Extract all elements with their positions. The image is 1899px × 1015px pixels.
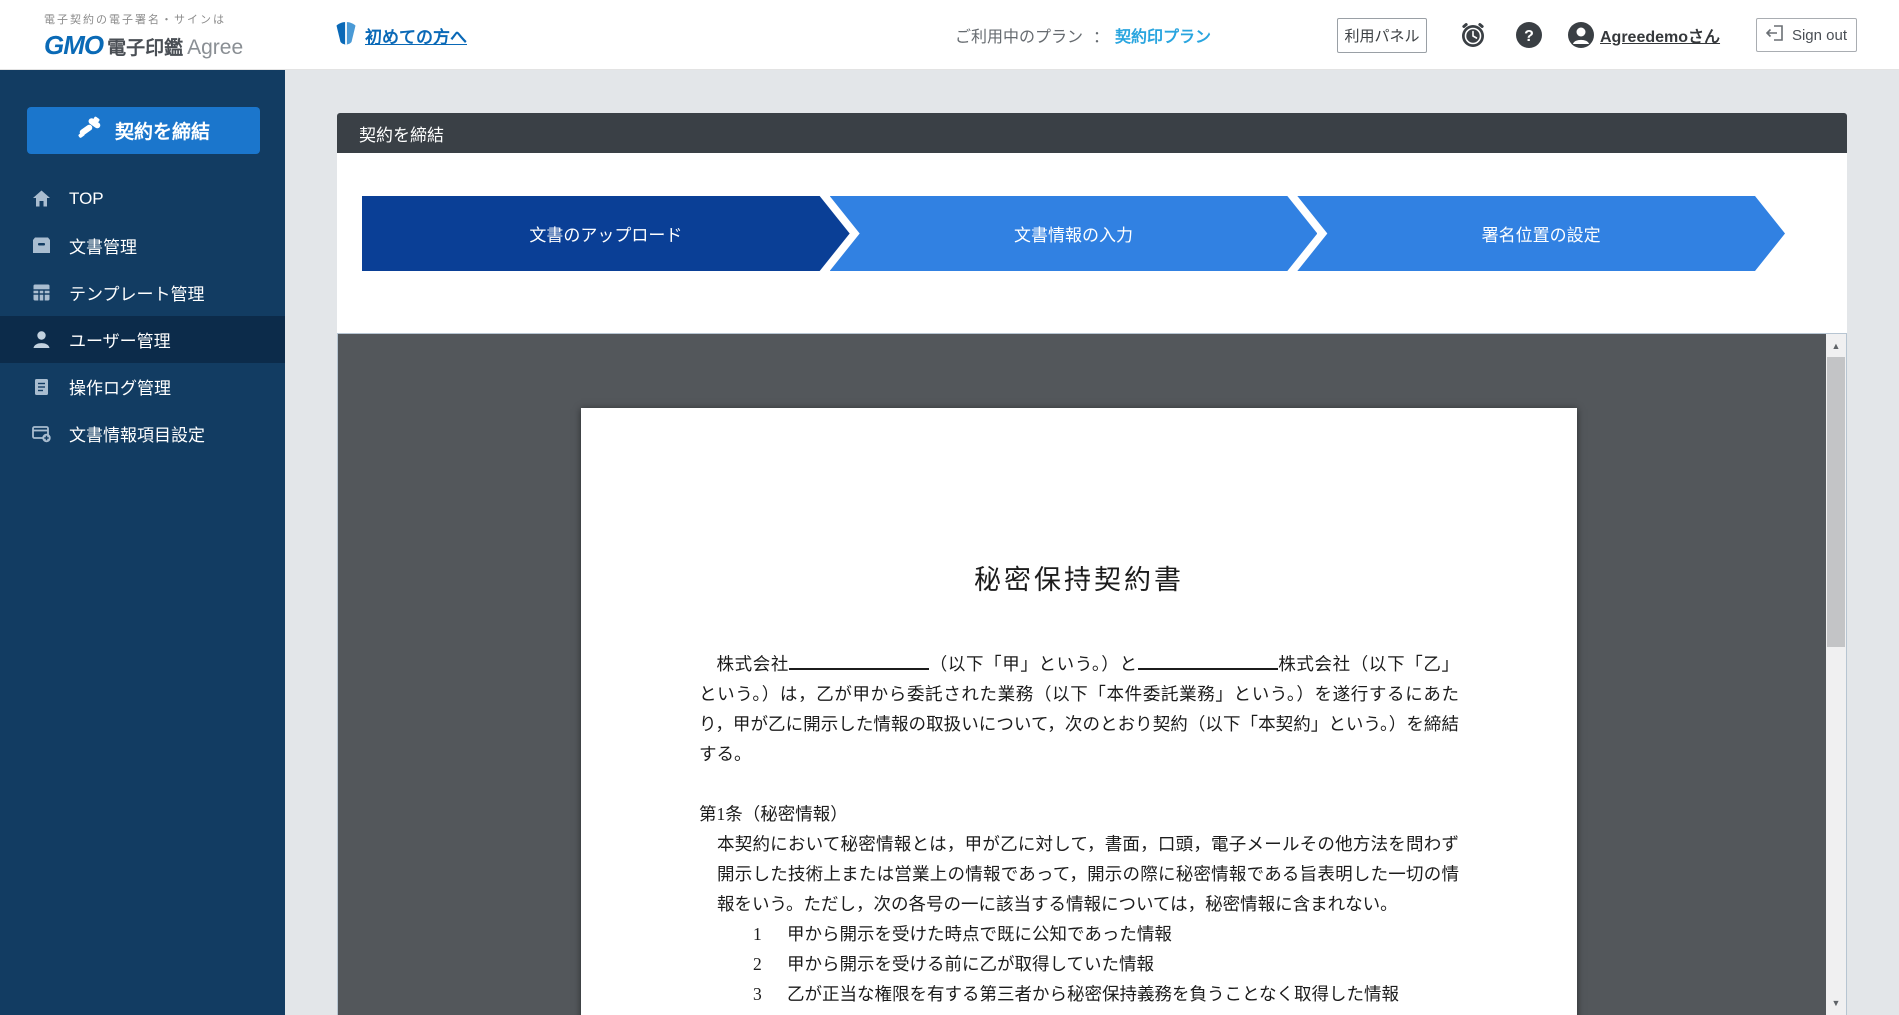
blank-company-a	[789, 656, 929, 670]
sidebar-item-label: ユーザー管理	[69, 327, 171, 352]
archive-box-icon	[31, 235, 52, 256]
gmo-agree-logo[interactable]: 電子契約の電子署名・サインは GMO電子印鑑Agree	[44, 11, 243, 61]
step-enter-document-info[interactable]: 文書情報の入力	[830, 196, 1318, 271]
sidebar-nav: TOP 文書管理 テンプレート管理 ユーザー管理	[0, 175, 285, 457]
clause-number: 4	[753, 1009, 787, 1015]
document-title: 秘密保持契約書	[699, 558, 1459, 597]
sidebar-item-label: 操作ログ管理	[69, 374, 171, 399]
sidebar-item-label: 文書情報項目設定	[69, 421, 205, 446]
contract-panel: 契約を締結 文書のアップロード 文書情報の入力 署名位置の設定	[337, 113, 1847, 333]
template-grid-icon	[31, 282, 52, 303]
sidebar-item-doc-info-settings[interactable]: 文書情報項目設定	[0, 410, 285, 457]
sidebar-item-operation-log[interactable]: 操作ログ管理	[0, 363, 285, 410]
scrollbar-thumb[interactable]	[1827, 357, 1845, 647]
scroll-down-arrow-icon[interactable]: ▼	[1826, 993, 1846, 1013]
user-avatar-icon[interactable]	[1566, 20, 1596, 50]
sidebar-item-users[interactable]: ユーザー管理	[0, 316, 285, 363]
step-label: 署名位置の設定	[1482, 221, 1601, 246]
sidebar-item-label: TOP	[69, 189, 104, 209]
alarm-clock-icon[interactable]	[1458, 20, 1488, 50]
sign-out-button[interactable]: Sign out	[1756, 18, 1857, 52]
product-wordmark: 電子印鑑	[107, 38, 183, 59]
handshake-icon	[77, 115, 103, 147]
current-plan: ご利用中のプラン ： 契約印プラン	[955, 0, 1211, 70]
top-header: 電子契約の電子署名・サインは GMO電子印鑑Agree 初めての方へ ご利用中の…	[0, 0, 1899, 70]
logo-tagline: 電子契約の電子署名・サインは	[44, 11, 243, 27]
step-label: 文書情報の入力	[1014, 221, 1133, 246]
window-settings-icon	[31, 423, 52, 444]
document-intro-paragraph: 株式会社（以下「甲」という。）と株式会社（以下「乙」という。）は，乙が甲から委託…	[699, 649, 1459, 769]
conclude-contract-button[interactable]: 契約を締結	[27, 107, 260, 154]
clause-number: 3	[753, 979, 787, 1009]
agree-wordmark: Agree	[187, 36, 243, 59]
sidebar-item-documents[interactable]: 文書管理	[0, 222, 285, 269]
sidebar-item-templates[interactable]: テンプレート管理	[0, 269, 285, 316]
sidebar-item-label: テンプレート管理	[69, 280, 205, 305]
clause-number: 2	[753, 949, 787, 979]
steps-container: 文書のアップロード 文書情報の入力 署名位置の設定	[337, 153, 1847, 333]
step-upload-document[interactable]: 文書のアップロード	[362, 196, 850, 271]
clause-text: 甲から開示を受けた時点で既に公知であった情報	[787, 919, 1172, 949]
scroll-up-arrow-icon[interactable]: ▲	[1826, 336, 1846, 356]
beginner-guide-link[interactable]: 初めての方へ	[335, 0, 467, 70]
document-page: 秘密保持契約書 株式会社（以下「甲」という。）と株式会社（以下「乙」という。）は…	[581, 408, 1577, 1015]
step-label: 文書のアップロード	[529, 221, 682, 246]
clause-row: 2 甲から開示を受ける前に乙が取得していた情報	[753, 949, 1459, 979]
sidebar: 契約を締結 TOP 文書管理 テンプレート管理	[0, 70, 285, 1015]
user-name-link[interactable]: Agreedemoさん	[1600, 0, 1720, 70]
clause-text: 乙が正当な権限を有する第三者から秘密保持義務を負うことなく取得した情報	[787, 979, 1399, 1009]
document-preview-viewport: 秘密保持契約書 株式会社（以下「甲」という。）と株式会社（以下「乙」という。）は…	[337, 333, 1847, 1015]
vertical-scrollbar[interactable]: ▲ ▼	[1826, 334, 1846, 1015]
conclude-contract-label: 契約を締結	[115, 117, 210, 144]
usage-panel-button[interactable]: 利用パネル	[1337, 18, 1427, 53]
blank-company-b	[1138, 656, 1278, 670]
beginner-link-label: 初めての方へ	[365, 23, 467, 48]
article-1-heading: 第1条（秘密情報）	[699, 799, 1459, 829]
svg-text:?: ?	[1524, 28, 1534, 45]
article-1-body: 本契約において秘密情報とは，甲が乙に対して，書面，口頭，電子メールその他方法を問…	[717, 829, 1459, 919]
step-set-signature-position[interactable]: 署名位置の設定	[1297, 196, 1785, 271]
intro-mid: （以下「甲」という。）と	[929, 654, 1138, 674]
progress-steps: 文書のアップロード 文書情報の入力 署名位置の設定	[362, 196, 1785, 271]
plan-separator: ：	[1093, 23, 1109, 47]
clause-row: 3 乙が正当な権限を有する第三者から秘密保持義務を負うことなく取得した情報	[753, 979, 1459, 1009]
person-icon	[31, 329, 52, 350]
plan-name-link[interactable]: 契約印プラン	[1115, 23, 1211, 47]
clause-row: 4 甲から開示を受けた後，乙の責に帰すべき事由によらないで公知になった情報	[753, 1009, 1459, 1015]
clause-text: 甲から開示を受ける前に乙が取得していた情報	[787, 949, 1154, 979]
home-icon	[31, 188, 52, 209]
help-icon[interactable]: ?	[1514, 20, 1544, 50]
clause-row: 1 甲から開示を受けた時点で既に公知であった情報	[753, 919, 1459, 949]
clause-number: 1	[753, 919, 787, 949]
log-notepad-icon	[31, 376, 52, 397]
clause-text: 甲から開示を受けた後，乙の責に帰すべき事由によらないで公知になった情報	[787, 1009, 1398, 1015]
sidebar-item-label: 文書管理	[69, 233, 137, 258]
sidebar-item-top[interactable]: TOP	[0, 175, 285, 222]
plan-label: ご利用中のプラン	[955, 23, 1083, 47]
exit-icon	[1766, 25, 1784, 45]
intro-lead: 株式会社	[717, 654, 790, 674]
beginner-mark-icon	[335, 21, 357, 50]
panel-title: 契約を締結	[337, 113, 1847, 153]
main-content: 契約を締結 文書のアップロード 文書情報の入力 署名位置の設定 秘密保持契約書 …	[285, 70, 1899, 1015]
sign-out-label: Sign out	[1792, 27, 1847, 44]
gmo-wordmark: GMO	[44, 30, 103, 60]
